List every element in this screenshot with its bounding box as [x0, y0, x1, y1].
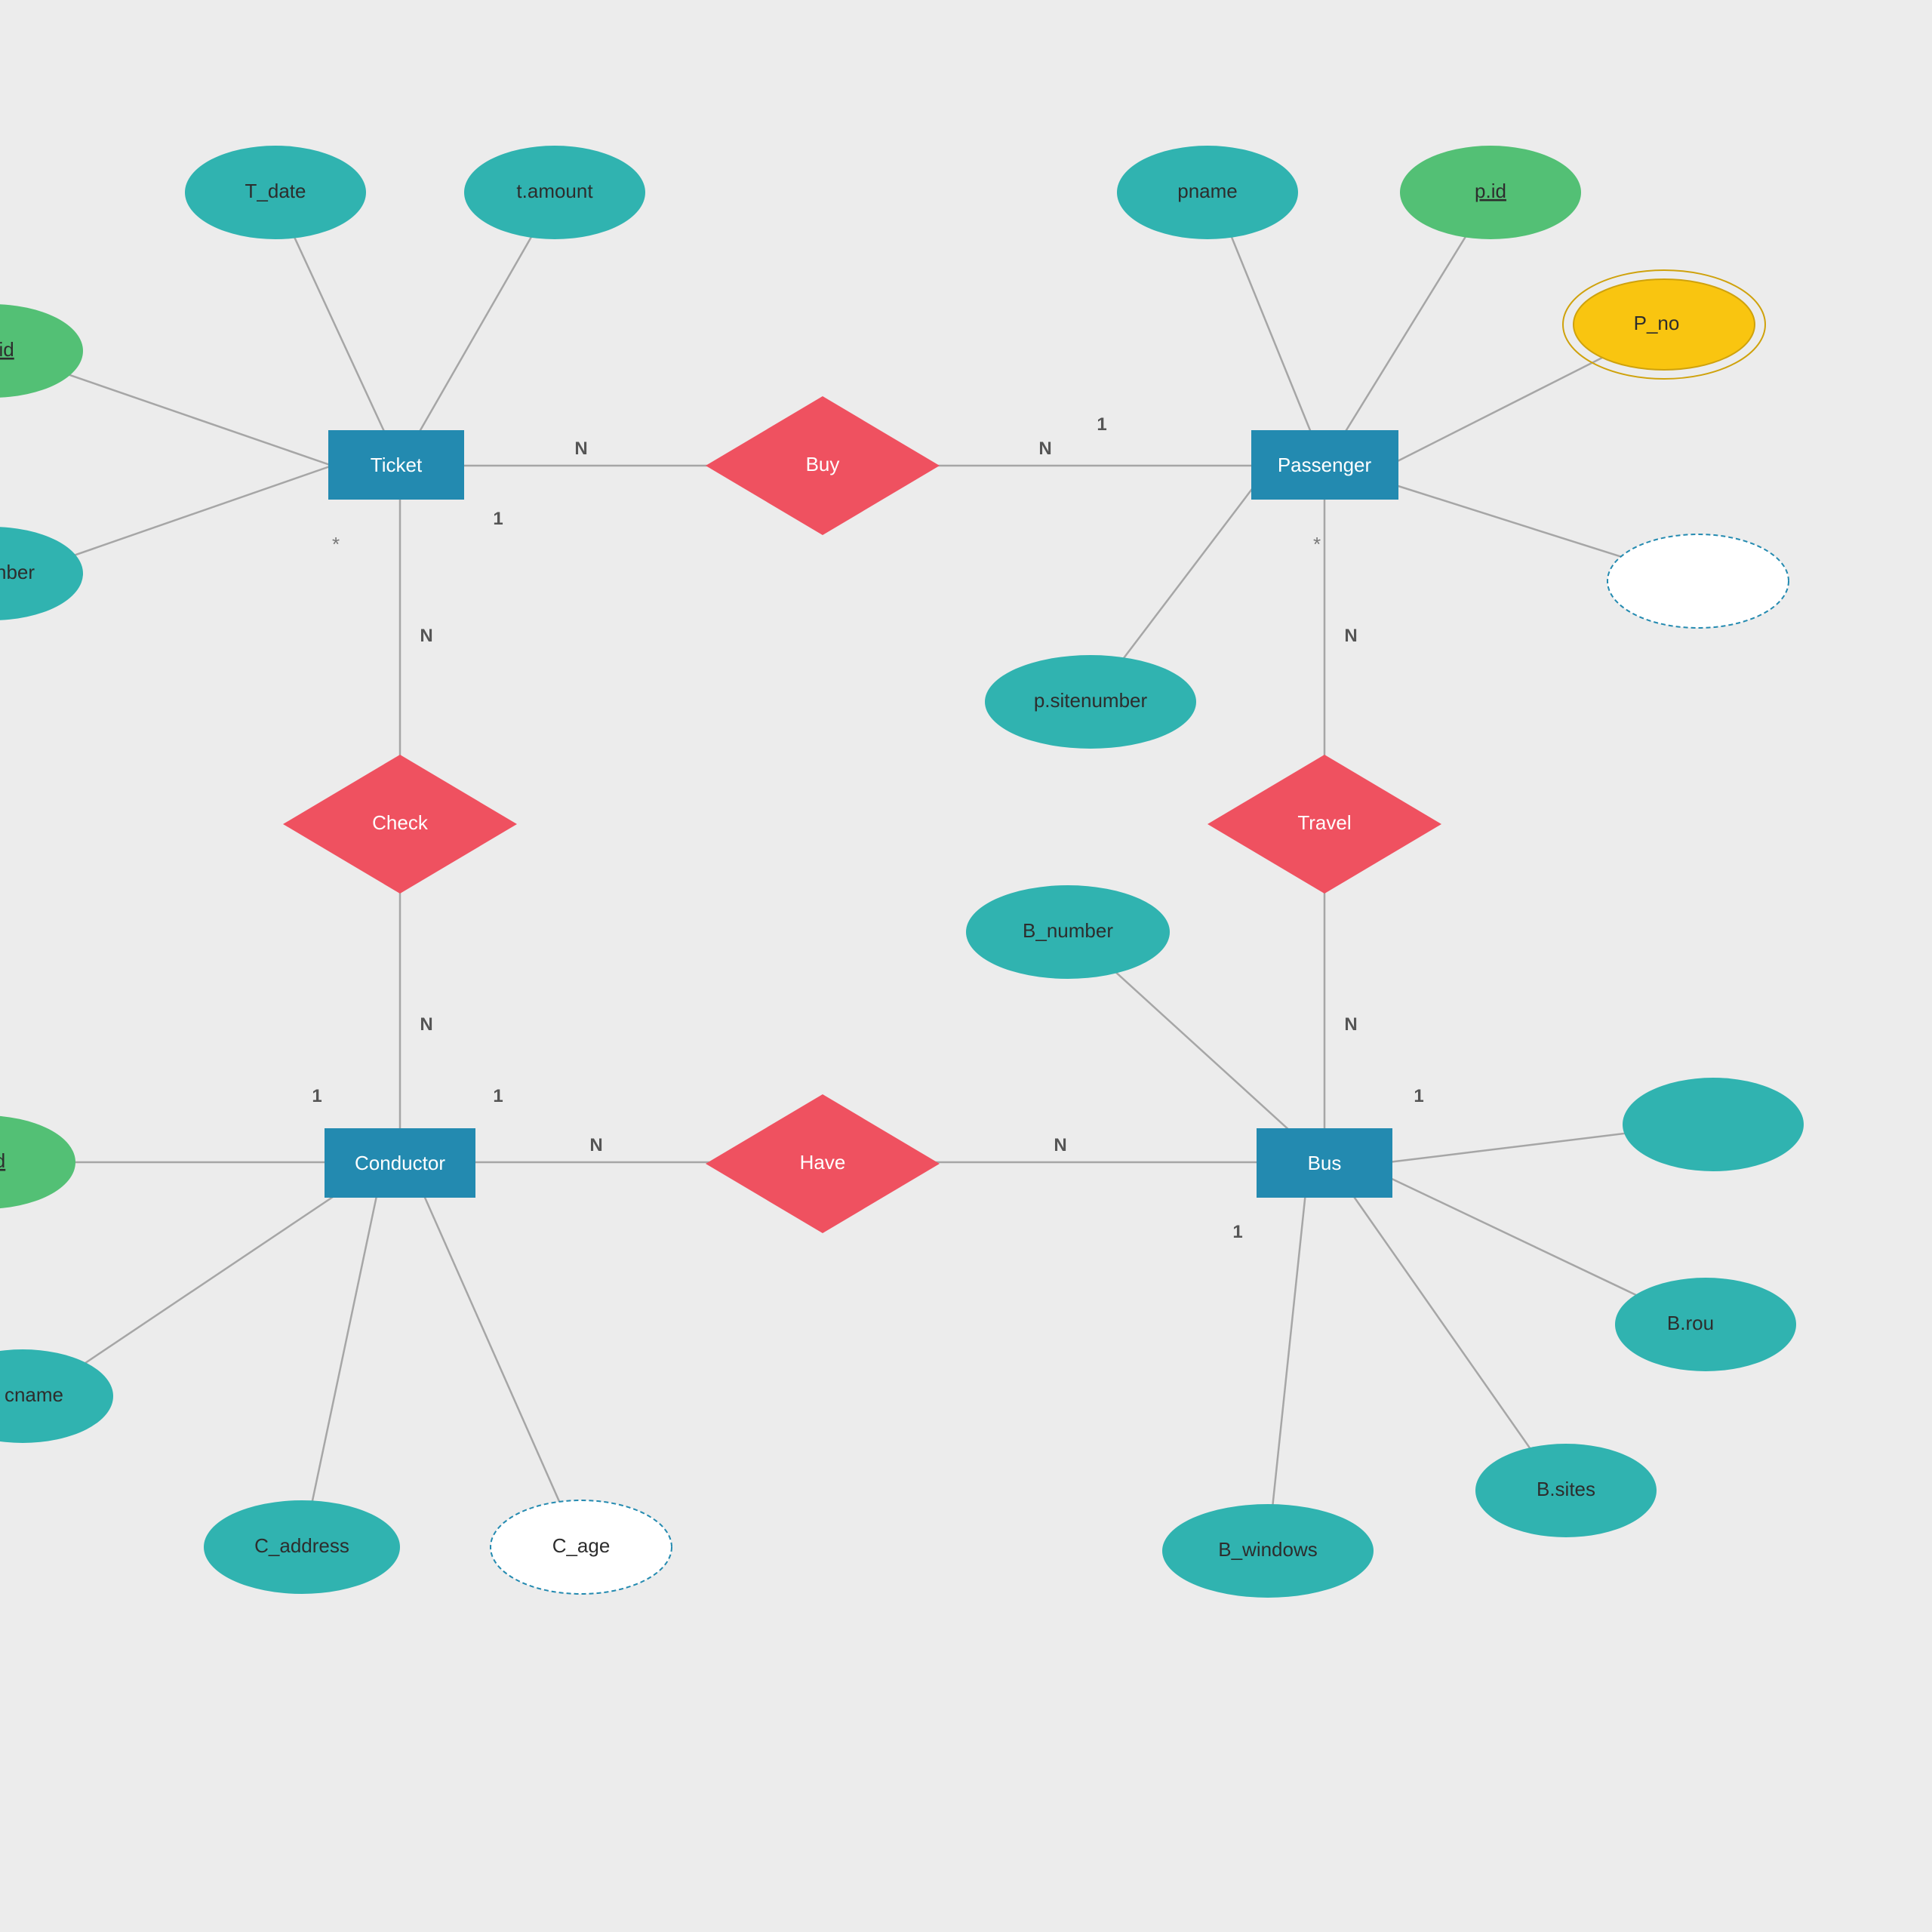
card-n: N — [1344, 626, 1357, 646]
svg-text:nber: nber — [0, 561, 35, 583]
card-n: N — [1054, 1135, 1066, 1155]
svg-text:Buy: Buy — [806, 453, 840, 475]
attr-b-partial[interactable] — [1623, 1078, 1804, 1171]
card-n: N — [589, 1135, 602, 1155]
rel-check[interactable]: Check — [283, 755, 517, 894]
attr-p-id[interactable]: p.id — [1400, 146, 1581, 239]
card-n: N — [574, 438, 587, 459]
attr-b-sites[interactable]: B.sites — [1475, 1444, 1657, 1537]
svg-text:B.rou: B.rou — [1667, 1312, 1714, 1334]
card-n: N — [420, 626, 432, 646]
attr-t-id[interactable]: .id — [0, 304, 83, 398]
svg-text:Have: Have — [800, 1151, 846, 1174]
svg-text:cname: cname — [5, 1383, 63, 1406]
card-one: 1 — [1097, 414, 1106, 435]
svg-text:p.id: p.id — [1475, 180, 1506, 202]
svg-text:.id: .id — [0, 338, 14, 361]
rel-have[interactable]: Have — [706, 1094, 940, 1233]
card-star: * — [332, 533, 340, 555]
rel-buy[interactable]: Buy — [706, 396, 940, 535]
card-one: 1 — [312, 1086, 321, 1106]
card-one: 1 — [493, 509, 503, 529]
attr-p-sitenumber[interactable]: p.sitenumber — [985, 655, 1196, 749]
attr-c-id[interactable]: d — [0, 1115, 75, 1209]
svg-text:d: d — [0, 1149, 5, 1172]
attr-cname[interactable]: cname — [0, 1349, 113, 1443]
card-n: N — [420, 1014, 432, 1035]
card-n: N — [1038, 438, 1051, 459]
attr-p-partial[interactable] — [1607, 534, 1789, 628]
svg-text:Passenger: Passenger — [1278, 454, 1372, 476]
card-star: * — [1313, 533, 1321, 555]
rel-travel[interactable]: Travel — [1208, 755, 1441, 894]
svg-text:Conductor: Conductor — [355, 1152, 445, 1174]
svg-text:P_no: P_no — [1634, 312, 1680, 334]
attr-b-number[interactable]: B_number — [966, 885, 1170, 979]
svg-text:pname: pname — [1177, 180, 1238, 202]
svg-text:C_age: C_age — [552, 1534, 611, 1557]
svg-text:C_address: C_address — [254, 1534, 349, 1557]
svg-text:Travel: Travel — [1297, 811, 1351, 834]
svg-text:B_windows: B_windows — [1218, 1538, 1318, 1561]
er-diagram: N 1 N 1 N N 1 1 N N N N 1 1 * * Ticket P… — [0, 0, 1932, 1932]
svg-text:T_date: T_date — [245, 180, 306, 202]
card-one: 1 — [1414, 1086, 1423, 1106]
attr-t-amount[interactable]: t.amount — [464, 146, 645, 239]
card-n: N — [1344, 1014, 1357, 1035]
entity-passenger[interactable]: Passenger — [1251, 430, 1398, 500]
attr-b-route[interactable]: B.rou — [1615, 1278, 1796, 1371]
entity-ticket[interactable]: Ticket — [328, 430, 464, 500]
entity-conductor[interactable]: Conductor — [325, 1128, 475, 1198]
entity-bus[interactable]: Bus — [1257, 1128, 1392, 1198]
card-one: 1 — [493, 1086, 503, 1106]
attr-b-windows[interactable]: B_windows — [1162, 1504, 1374, 1598]
svg-text:Bus: Bus — [1308, 1152, 1342, 1174]
svg-text:B_number: B_number — [1023, 919, 1113, 942]
svg-text:Check: Check — [372, 811, 429, 834]
attr-t-date[interactable]: T_date — [185, 146, 366, 239]
svg-text:t.amount: t.amount — [516, 180, 593, 202]
attr-c-age[interactable]: C_age — [491, 1500, 672, 1594]
attr-pname[interactable]: pname — [1117, 146, 1298, 239]
attr-c-address[interactable]: C_address — [204, 1500, 400, 1594]
svg-text:Ticket: Ticket — [371, 454, 423, 476]
svg-text:p.sitenumber: p.sitenumber — [1034, 689, 1148, 712]
attr-t-number[interactable]: nber — [0, 527, 83, 620]
attr-p-no[interactable]: P_no — [1563, 270, 1765, 379]
svg-text:B.sites: B.sites — [1537, 1478, 1595, 1500]
card-one: 1 — [1232, 1222, 1242, 1242]
